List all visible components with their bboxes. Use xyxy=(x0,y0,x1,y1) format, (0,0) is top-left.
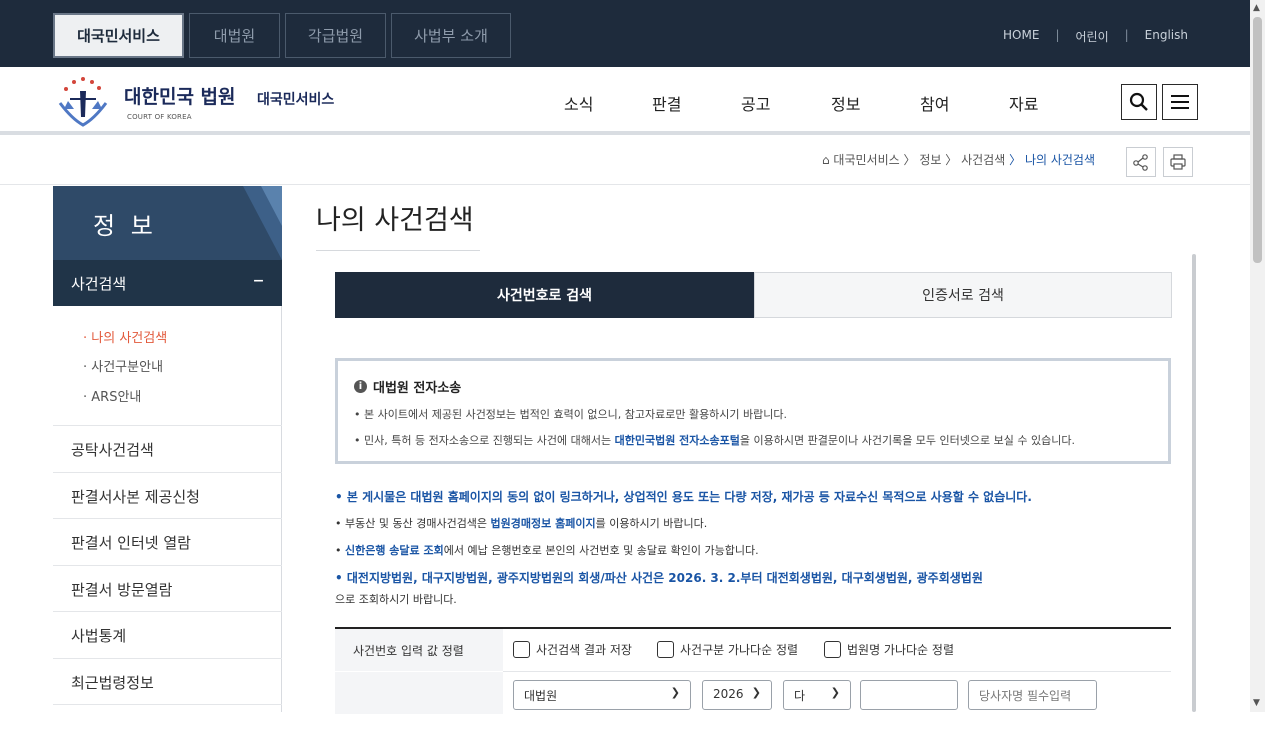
notice-line-continued: 으로 조회하시기 바랍니다. xyxy=(335,593,457,606)
logo-title[interactable]: 대한민국 법원 xyxy=(124,82,236,109)
case-number-input[interactable] xyxy=(860,680,958,710)
side-item-deposit-search[interactable]: 공탁사건검색 xyxy=(53,425,282,472)
shinhan-fee-link[interactable]: 신한은행 송달료 조회 xyxy=(345,544,444,557)
home-icon: ⌂ xyxy=(821,153,834,167)
logo-subtitle: COURT OF KOREA xyxy=(127,113,192,121)
court-name-sort-checkbox[interactable]: 법원명 가나다순 정렬 xyxy=(824,641,954,658)
top-tab-judiciary-intro[interactable]: 사법부 소개 xyxy=(391,13,511,58)
print-icon xyxy=(1170,154,1186,170)
tab-case-number-search[interactable]: 사건번호로 검색 xyxy=(335,272,754,318)
gnb-resources[interactable]: 자료 xyxy=(1009,91,1038,115)
scroll-thumb[interactable] xyxy=(1253,17,1262,263)
scroll-up-icon[interactable]: ▲ xyxy=(1253,3,1260,13)
title-underline xyxy=(316,250,480,251)
notice-line: • 부동산 및 동산 경매사건검색은 법원경매정보 홈페이지를 이용하시기 바랍… xyxy=(335,517,708,530)
print-button[interactable] xyxy=(1163,147,1193,177)
side-item-judgment-online[interactable]: 판결서 인터넷 열람 xyxy=(53,518,282,565)
side-menu: 정 보 사건검색 – · 나의 사건검색 · 사건구분안내 · ARS안내 공탁… xyxy=(53,186,282,712)
side-menu-title: 정 보 xyxy=(93,212,157,240)
court-emblem-icon[interactable] xyxy=(52,73,114,129)
english-link[interactable]: English xyxy=(1145,28,1188,45)
page-title: 나의 사건검색 xyxy=(316,205,474,236)
court-select[interactable]: 대법원 ❯ xyxy=(513,680,691,710)
breadcrumb-bar: ⌂ 대국민서비스 〉 정보 〉 사건검색 〉 나의 사건검색 xyxy=(0,139,1250,185)
side-item-judgment-copy[interactable]: 판결서사본 제공신청 xyxy=(53,472,282,519)
home-link[interactable]: HOME xyxy=(1003,28,1039,45)
share-icon xyxy=(1133,154,1148,171)
chevron-down-icon: ❯ xyxy=(670,686,680,699)
breadcrumb-item[interactable]: 사건검색 xyxy=(961,153,1005,167)
breadcrumb-sep: 〉 xyxy=(1009,153,1022,167)
party-name-input[interactable]: 당사자명 필수입력 xyxy=(968,680,1097,710)
kids-link[interactable]: 어린이 xyxy=(1075,28,1108,45)
breadcrumb-sep: 〉 xyxy=(903,153,916,167)
sub-item-ars-guide[interactable]: · ARS안내 xyxy=(83,386,141,405)
side-item-label: 사건검색 xyxy=(71,275,127,293)
case-number-label-cell xyxy=(335,672,503,714)
hamburger-icon xyxy=(1171,95,1189,109)
notice-line: • 신한은행 송달료 조회에서 예납 은행번호로 본인의 사건번호 및 송달료 … xyxy=(335,544,759,557)
e-litigation-notice: i 대법원 전자소송 • 본 사이트에서 제공된 사건정보는 법적인 효력이 없… xyxy=(335,358,1171,464)
notice-line: • 대전지방법원, 대구지방법원, 광주지방법원의 회생/파산 사건은 2026… xyxy=(335,571,983,585)
search-icon xyxy=(1129,92,1148,111)
notice-heading: i 대법원 전자소송 xyxy=(354,377,461,396)
chevron-down-icon: ❯ xyxy=(830,686,840,699)
side-item-case-search[interactable]: 사건검색 – xyxy=(53,260,282,306)
side-item-next[interactable] xyxy=(53,704,282,751)
gnb-notices[interactable]: 공고 xyxy=(741,91,770,115)
service-name: 대국민서비스 xyxy=(257,92,335,108)
gnb-news[interactable]: 소식 xyxy=(564,91,593,115)
notice-text: • 본 사이트에서 제공된 사건정보는 법적인 효력이 없으니, 참고자료로만 … xyxy=(354,408,788,421)
notice-line: • 본 게시물은 대법원 홈페이지의 동의 없이 링크하거나, 상업적인 용도 … xyxy=(335,490,1032,504)
side-item-statistics[interactable]: 사법통계 xyxy=(53,611,282,658)
year-select[interactable]: 2026 ❯ xyxy=(702,680,772,710)
top-tab-courts[interactable]: 각급법원 xyxy=(285,13,386,58)
top-tab-public-service[interactable]: 대국민서비스 xyxy=(53,13,184,58)
side-item-recent-laws[interactable]: 최근법령정보 xyxy=(53,658,282,705)
divider: | xyxy=(1055,28,1060,42)
scroll-down-icon[interactable]: ▼ xyxy=(1253,698,1260,708)
breadcrumb: ⌂ 대국민서비스 〉 정보 〉 사건검색 〉 나의 사건검색 xyxy=(822,151,1095,168)
top-tab-supreme-court[interactable]: 대법원 xyxy=(189,13,280,58)
page-scrollbar[interactable]: ▲ ▼ xyxy=(1250,0,1265,712)
save-results-checkbox[interactable]: 사건검색 결과 저장 xyxy=(513,641,632,658)
case-search-form: 사건번호 입력 값 정렬 사건검색 결과 저장 사건구분 가나다순 정렬 법원명… xyxy=(335,627,1171,714)
side-menu-header: 정 보 xyxy=(53,186,282,260)
gnb-participation[interactable]: 참여 xyxy=(920,91,949,115)
search-button[interactable] xyxy=(1121,84,1157,120)
chevron-down-icon: ❯ xyxy=(751,686,761,699)
side-header-decoration xyxy=(243,186,282,260)
sort-label-cell: 사건번호 입력 값 정렬 xyxy=(335,629,503,671)
breadcrumb-item[interactable]: 정보 xyxy=(919,153,941,167)
tab-certificate-search[interactable]: 인증서로 검색 xyxy=(754,272,1172,318)
auction-info-link[interactable]: 법원경매정보 홈페이지 xyxy=(491,517,596,530)
menu-button[interactable] xyxy=(1162,84,1198,120)
collapse-toggle[interactable]: – xyxy=(253,268,264,293)
top-links: HOME | 어린이 | English xyxy=(1003,28,1188,45)
side-item-judgment-visit[interactable]: 판결서 방문열람 xyxy=(53,565,282,612)
sub-item-case-type-guide[interactable]: · 사건구분안내 xyxy=(83,356,163,375)
case-type-sort-checkbox[interactable]: 사건구분 가나다순 정렬 xyxy=(657,641,798,658)
info-icon: i xyxy=(354,380,367,393)
e-litigation-portal-link[interactable]: 대한민국법원 전자소송포털 xyxy=(615,434,740,447)
gnb-info[interactable]: 정보 xyxy=(831,91,860,115)
case-type-select[interactable]: 다 ❯ xyxy=(783,680,851,710)
breadcrumb-sep: 〉 xyxy=(945,153,958,167)
site-header: 대한민국 법원 COURT OF KOREA 대국민서비스 소식 판결 공고 정… xyxy=(0,67,1250,135)
content-scrollbar[interactable] xyxy=(1192,254,1196,712)
breadcrumb-item[interactable]: 대국민서비스 xyxy=(833,153,899,167)
gnb-rulings[interactable]: 판결 xyxy=(652,91,681,115)
top-bar: 대국민서비스 대법원 각급법원 사법부 소개 HOME | 어린이 | Engl… xyxy=(0,0,1250,67)
notice-text: • 민사, 특허 등 전자소송으로 진행되는 사건에 대해서는 대한민국법원 전… xyxy=(354,434,1075,447)
breadcrumb-current: 나의 사건검색 xyxy=(1024,153,1095,167)
divider: | xyxy=(1124,28,1129,42)
share-button[interactable] xyxy=(1126,147,1156,177)
row-divider xyxy=(503,671,1171,672)
sub-item-my-case-search[interactable]: · 나의 사건검색 xyxy=(83,327,167,346)
